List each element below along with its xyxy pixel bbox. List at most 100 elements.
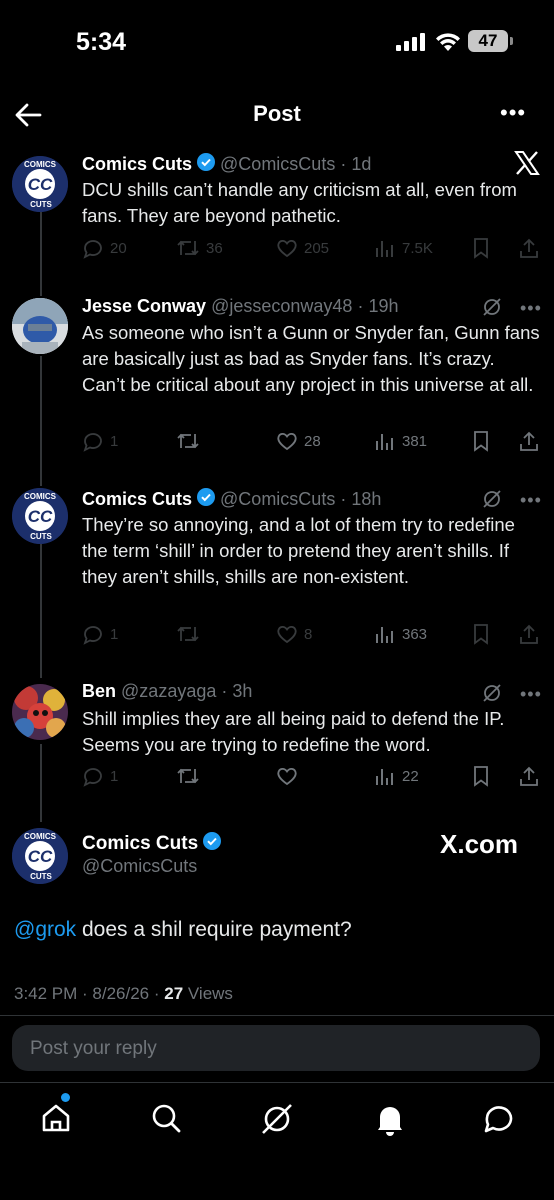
timestamp: 1d [351,154,372,174]
search-icon[interactable] [150,1102,182,1134]
avatar[interactable]: CC COMICS CUTS [12,828,68,884]
retweet-count: 36 [206,239,223,257]
reply-icon [83,768,102,787]
cellular-signal-icon [396,33,425,51]
tweet-text: @grok does a shil require payment? [14,918,352,941]
display-name[interactable]: Jesse Conway [82,296,206,316]
tweet-header: Comics Cuts @ComicsCuts · 18h [82,488,382,509]
home-icon[interactable] [40,1102,72,1134]
handle[interactable]: @zazayaga [121,681,216,701]
bookmark-icon[interactable] [470,623,492,645]
status-bar: 5:34 47 [0,0,554,80]
views-button[interactable]: 7.5K [374,237,433,259]
reply-button[interactable]: 1 [82,430,118,452]
view-count[interactable]: 27 [164,984,183,1003]
handle[interactable]: @jesseconway48 [211,296,352,316]
avatar[interactable]: CC COMICS CUTS [12,488,68,544]
reply-icon [83,626,102,645]
share-icon[interactable] [518,623,540,645]
retweet-button[interactable] [176,430,206,452]
heart-icon [277,240,297,258]
avatar[interactable]: CC COMICS CUTS [12,156,68,212]
divider [0,1015,554,1016]
retweet-button[interactable] [176,623,206,645]
retweet-button[interactable]: 36 [176,237,223,259]
views-button[interactable]: 381 [374,430,427,452]
x-logo-icon [514,151,540,175]
bookmark-icon[interactable] [470,430,492,452]
display-name[interactable]: Comics Cuts [82,831,226,855]
thread-line [40,544,42,678]
like-button[interactable] [276,765,304,787]
handle[interactable]: @ComicsCuts [82,856,197,877]
verified-badge-icon [203,832,222,850]
svg-text:COMICS: COMICS [24,492,57,501]
tweet-meta: 3:42 PM · 8/26/26 · 27 Views [14,984,233,1003]
svg-text:CC: CC [28,175,53,194]
share-icon[interactable] [518,765,540,787]
more-options-icon[interactable]: ••• [520,684,542,705]
divider [0,1082,554,1083]
reply-input[interactable]: Post your reply [12,1025,540,1071]
like-count: 205 [304,239,330,257]
tweet-actions: 1 28 381 [82,430,542,454]
reply-count: 1 [110,432,119,450]
reply-button[interactable]: 1 [82,765,118,787]
like-count: 28 [304,432,321,450]
views-button[interactable]: 22 [374,765,419,787]
display-name[interactable]: Comics Cuts [82,154,192,174]
top-bar: Post ••• [0,90,554,140]
handle[interactable]: @ComicsCuts [220,489,335,509]
handle[interactable]: @ComicsCuts [220,154,335,174]
more-options-icon[interactable]: ••• [500,100,526,126]
battery-indicator: 47 [468,30,508,52]
grok-icon[interactable] [482,489,502,509]
views-button[interactable]: 363 [374,623,427,645]
verified-badge-icon [197,153,216,171]
tweet-text: They’re so annoying, and a lot of them t… [82,514,515,587]
avatar[interactable] [12,684,68,740]
mention-link[interactable]: @grok [14,918,76,941]
battery-tip [510,37,513,45]
status-time: 5:34 [76,28,127,56]
reply-placeholder: Post your reply [30,1038,157,1059]
bookmark-icon[interactable] [470,765,492,787]
grok-icon[interactable] [260,1102,294,1136]
svg-text:CC: CC [28,507,53,526]
more-options-icon[interactable]: ••• [520,298,542,319]
timestamp: 18h [351,489,382,509]
heart-icon [277,768,297,786]
bookmark-icon[interactable] [470,237,492,259]
more-options-icon[interactable]: ••• [520,490,542,511]
svg-text:COMICS: COMICS [24,832,57,841]
notifications-bell-icon[interactable] [374,1102,406,1136]
profile-photo [12,298,68,354]
reply-button[interactable]: 20 [82,237,127,259]
retweet-icon [177,626,199,642]
grok-icon[interactable] [482,683,502,703]
grok-icon[interactable] [482,297,502,317]
svg-text:COMICS: COMICS [24,160,57,169]
tweet-text: As someone who isn’t a Gunn or Snyder fa… [82,322,540,395]
share-icon[interactable] [518,430,540,452]
views-chart-icon [376,434,393,450]
like-button[interactable]: 205 [276,237,329,259]
avatar[interactable] [12,298,68,354]
heart-icon [277,626,297,644]
timestamp: 3h [232,681,253,701]
retweet-icon [177,768,199,784]
thread-line [40,744,42,822]
notification-dot [61,1093,70,1102]
views-chart-icon [376,627,393,643]
display-name[interactable]: Ben [82,681,116,701]
share-icon[interactable] [518,237,540,259]
retweet-button[interactable] [176,765,206,787]
like-button[interactable]: 8 [276,623,312,645]
like-button[interactable]: 28 [276,430,321,452]
retweet-icon [177,240,199,256]
display-name[interactable]: Comics Cuts [82,489,192,509]
messages-icon[interactable] [482,1102,516,1136]
tweet-header: Jesse Conway @jesseconway48 · 19h [82,296,399,316]
reply-button[interactable]: 1 [82,623,118,645]
view-count: 381 [402,432,428,450]
